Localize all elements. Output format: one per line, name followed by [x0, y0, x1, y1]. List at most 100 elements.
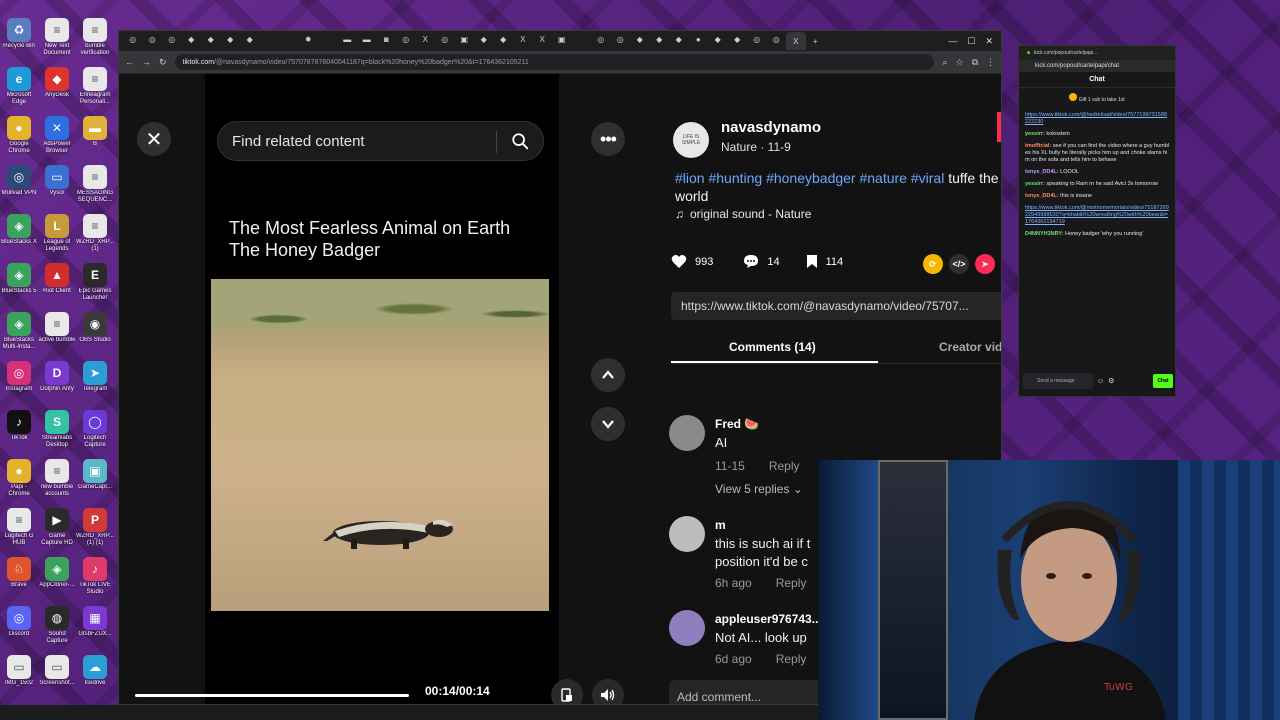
reply-button[interactable]: Reply [769, 459, 800, 473]
desktop-icon[interactable]: ◈ BlueStacks X [0, 214, 38, 263]
browser-tab[interactable]: ▬ [357, 32, 377, 46]
browser-tab[interactable]: ◎ [143, 32, 163, 46]
reload-icon[interactable]: ↻ [159, 57, 167, 68]
forward-icon[interactable]: → [142, 57, 151, 67]
close-video-button[interactable]: ✕ [137, 122, 171, 156]
desktop-icon[interactable]: ◎ Mullvad VPN [0, 165, 38, 214]
browser-tab[interactable]: ◎ [747, 32, 767, 46]
desktop-icon[interactable]: ◆ AnyDesk [38, 67, 76, 116]
browser-tab[interactable] [260, 32, 280, 46]
browser-tab[interactable] [572, 32, 592, 46]
browser-tab[interactable]: ▣ [455, 32, 475, 46]
desktop-icon[interactable]: ♘ Brave [0, 557, 38, 606]
tab-creator-videos[interactable]: Creator vid [939, 340, 1001, 354]
video-progress-bar[interactable] [135, 680, 409, 704]
desktop-icon[interactable]: ◎ Instagram [0, 361, 38, 410]
desktop-icon[interactable]: ▭ IMG_1502 [0, 655, 38, 704]
next-video-button[interactable] [591, 407, 625, 441]
browser-tab[interactable]: ◆ [474, 32, 494, 46]
desktop-icon[interactable]: ● Google Chrome [0, 116, 38, 165]
comment-avatar[interactable] [669, 516, 705, 552]
chat-username[interactable]: txnys_DD4L: [1025, 169, 1059, 175]
gift-sub-banner[interactable]: Gift 1 sub to take 1st [1019, 88, 1175, 108]
comment-author[interactable]: Fred 🍉 [715, 417, 759, 431]
picture-in-picture-button[interactable] [551, 679, 583, 704]
browser-tab[interactable]: X [533, 32, 553, 46]
desktop-icon[interactable]: ≡ bumble verification [76, 18, 114, 67]
chat-message-input[interactable]: Send a message [1023, 373, 1093, 389]
search-icon[interactable] [511, 132, 529, 150]
comment-author[interactable]: m [715, 518, 726, 532]
reply-button[interactable]: Reply [776, 576, 807, 590]
desktop-icon[interactable]: ◈ BlueStacks Multi-Insta... [0, 312, 38, 361]
browser-tab[interactable]: ● [689, 32, 709, 46]
previous-video-button[interactable] [591, 358, 625, 392]
desktop-icon[interactable]: ♪ TikTok [0, 410, 38, 459]
comment-avatar[interactable] [669, 610, 705, 646]
browser-tab[interactable] [279, 32, 299, 46]
chat-send-button[interactable]: Chat [1153, 374, 1173, 388]
volume-button[interactable] [592, 679, 624, 704]
desktop-icon[interactable]: ≡ Enneagram Personali... [76, 67, 114, 116]
embed-icon[interactable]: </> [949, 254, 969, 274]
desktop-icon[interactable]: P WZRD_XRP... (1) (1) [76, 508, 114, 557]
browser-tab[interactable]: ◎ [435, 32, 455, 46]
desktop-icon[interactable]: ➤ Telegram [76, 361, 114, 410]
browser-tab[interactable] [318, 32, 338, 46]
chat-username[interactable]: tmofficial: [1025, 143, 1051, 149]
copy-link-field[interactable]: https://www.tiktok.com/@navasdynamo/vide… [671, 292, 1001, 320]
browser-tab[interactable]: ◆ [494, 32, 514, 46]
desktop-icon[interactable]: L League of Legends [38, 214, 76, 263]
desktop-icon[interactable]: ▶ Game Capture HD [38, 508, 76, 557]
desktop-icon[interactable]: ▭ Screenshot... [38, 655, 76, 704]
browser-tab[interactable]: ◆ [221, 32, 241, 46]
browser-tab[interactable]: ◆ [708, 32, 728, 46]
desktop-icon[interactable]: ◉ OBS Studio [76, 312, 114, 361]
save-button[interactable]: 114 [806, 254, 843, 269]
browser-tab[interactable]: X [416, 32, 436, 46]
new-tab-button[interactable]: + [806, 34, 826, 48]
zoom-icon[interactable]: ⌕ [942, 57, 947, 68]
desktop-icon[interactable]: ▬ B [76, 116, 114, 165]
comment-avatar[interactable] [669, 415, 705, 451]
emoji-icon[interactable]: ☺ [1097, 378, 1104, 385]
browser-tab[interactable]: ◎ [611, 32, 631, 46]
tab-comments[interactable]: Comments (14) [729, 340, 816, 354]
minimize-button[interactable]: — [948, 36, 957, 47]
browser-tab[interactable]: ◆ [240, 32, 260, 46]
desktop-icon[interactable]: ☁ Icedrive [76, 655, 114, 704]
url-field[interactable]: tiktok.com/@navasdynamo/video/7570787876… [174, 54, 935, 70]
desktop-icon[interactable]: e Microsoft Edge [0, 67, 38, 116]
back-icon[interactable]: ← [125, 57, 134, 67]
chat-username[interactable]: yessirr: [1025, 181, 1045, 187]
related-search-input[interactable]: Find related content [217, 121, 544, 161]
browser-tab[interactable]: ◆ [182, 32, 202, 46]
browser-tab[interactable]: X [513, 32, 533, 46]
browser-tab[interactable]: ◆ [201, 32, 221, 46]
browser-tab[interactable]: ◎ [396, 32, 416, 46]
desktop-icon[interactable]: S Streamlabs Desktop [38, 410, 76, 459]
browser-tab[interactable]: ◆ [630, 32, 650, 46]
desktop-icon[interactable]: ◯ Logitech Capture [76, 410, 114, 459]
caption-hashtags[interactable]: #lion #hunting #honeybadger #nature #vir… [675, 170, 944, 186]
desktop-icon[interactable]: E Epic Games Launcher [76, 263, 114, 312]
desktop-icon[interactable]: ▲ Riot Client [38, 263, 76, 312]
desktop-icon[interactable]: ♻ Recycle Bin [0, 18, 38, 67]
browser-tab[interactable]: ◆ [650, 32, 670, 46]
browser-tab[interactable]: X [786, 32, 806, 50]
browser-tab[interactable]: ◎ [162, 32, 182, 46]
maximize-button[interactable]: ☐ [967, 36, 975, 47]
more-options-button[interactable]: ••• [591, 122, 625, 156]
desktop-icon[interactable]: D Dolphin Anty [38, 361, 76, 410]
desktop-icon[interactable]: ◈ BlueStacks 5 [0, 263, 38, 312]
desktop-icon[interactable]: ● Papi - Chrome [0, 459, 38, 508]
browser-tab[interactable]: ▣ [552, 32, 572, 46]
view-replies-button[interactable]: View 5 replies ⌄ [715, 482, 803, 496]
desktop-icon[interactable]: ≡ New Text Document [38, 18, 76, 67]
extensions-icon[interactable]: ⧉ [972, 57, 978, 68]
desktop-icon[interactable]: ▦ GtsbFZUX... [76, 606, 114, 655]
menu-kebab-icon[interactable]: ⋮ [986, 57, 995, 68]
reply-button[interactable]: Reply [776, 652, 807, 666]
like-button[interactable]: 993 [671, 254, 713, 269]
chat-url-bar[interactable]: kick.com/popout/cartelpapi/chat [1019, 60, 1175, 72]
